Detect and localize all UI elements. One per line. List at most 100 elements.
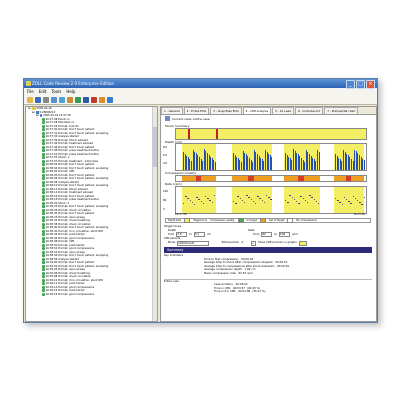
entire-case-label: Time not in CPR: (214, 289, 237, 294)
copy-icon[interactable] (59, 96, 65, 103)
event-icon (42, 226, 45, 230)
quality-out-segment (195, 176, 201, 181)
minimize-button[interactable]: _ (346, 80, 355, 89)
cpr-period-band (232, 187, 272, 213)
event-icon (42, 142, 45, 146)
event-icon (42, 257, 45, 261)
shock-marker (188, 129, 190, 139)
event-icon (42, 135, 45, 139)
close-button[interactable]: × (366, 80, 375, 89)
summary-label: Mean compression rate: (204, 270, 237, 275)
collapse-icon[interactable]: ⊟ (32, 110, 35, 115)
event-icon (42, 166, 45, 170)
event-icon (42, 243, 45, 247)
tab-strip: 1 - General 2 - Entire ECG 3 - Snap/File… (161, 107, 376, 115)
maximize-button[interactable]: □ (356, 80, 365, 89)
depth-to-input[interactable]: 5.1 (193, 232, 205, 238)
tab-entire-ecg[interactable]: 2 - Entire ECG (183, 107, 210, 114)
up-icon[interactable] (91, 96, 97, 103)
tree-event-item[interactable]: 16:39:18 Prompt: good compressions (26, 293, 157, 297)
quality-out-segment (248, 176, 254, 181)
event-icon (42, 180, 45, 184)
compression-quality-track[interactable] (175, 175, 367, 182)
menu-edit[interactable]: Edit (39, 88, 47, 95)
event-icon (42, 261, 45, 265)
toolbar (24, 95, 377, 105)
tab-snap-ecg[interactable]: 3 - Snap/Files ECG (210, 107, 242, 114)
entire-case-value: 00:02:08 (238, 289, 251, 294)
event-icon (42, 254, 45, 258)
event-icon (42, 229, 45, 233)
summary-row: Mean compression rate: 92.53 cpm (204, 270, 372, 276)
entire-case-row: Time not in CPR: 00:02:08 (35.07 %) (214, 290, 372, 294)
event-icon (42, 240, 45, 244)
title-bar[interactable]: ZOLL Code Review 2.0 Enterprise Edition … (24, 79, 377, 89)
app-icon (26, 81, 31, 86)
event-icon (42, 138, 45, 142)
legend-swatch-target (184, 218, 191, 223)
collapse-icon[interactable]: ⊟ (28, 107, 31, 111)
cut-icon[interactable] (51, 96, 57, 103)
rate-from-input[interactable]: 80 (261, 232, 273, 238)
depth-chart[interactable] (175, 143, 367, 171)
rate-to-input[interactable]: 100 (279, 232, 291, 238)
legend: Depth bars Target zone Compression quali… (165, 218, 371, 223)
print-icon[interactable] (43, 96, 49, 103)
cpr-period-band (284, 187, 320, 213)
event-icon (42, 163, 45, 167)
event-icon (42, 268, 45, 272)
menu-help[interactable]: Help (66, 88, 75, 95)
save-icon[interactable] (35, 96, 41, 103)
tree-scrollbar[interactable] (152, 107, 157, 321)
event-icon (42, 131, 45, 135)
help-icon[interactable] (107, 96, 113, 103)
tab-general[interactable]: 1 - General (161, 107, 183, 114)
tab-12-lead[interactable]: 5 - 12 Lead (272, 107, 294, 114)
event-icon (42, 278, 45, 282)
menu-bar: File Edit Tools Help (24, 88, 377, 95)
event-icon (42, 282, 45, 286)
entire-case-value: (35.07 %) (252, 289, 266, 294)
tab-cpr-analysis[interactable]: 4 - CPR Analysis (242, 107, 272, 114)
event-icon (42, 289, 45, 293)
report-icon[interactable] (75, 96, 81, 103)
event-icon (42, 215, 45, 219)
event-icon (42, 285, 45, 289)
menu-tools[interactable]: Tools (51, 88, 61, 95)
application-window: ZOLL Code Review 2.0 Enterprise Edition … (23, 78, 378, 323)
event-icon (42, 145, 45, 149)
mode-select[interactable]: CPR Periods (177, 240, 210, 246)
shock-marker (216, 129, 218, 139)
filter-icon[interactable] (83, 96, 89, 103)
event-icon (42, 184, 45, 188)
paste-icon[interactable] (67, 96, 73, 103)
rate-chart[interactable] (175, 186, 367, 214)
event-icon (42, 222, 45, 226)
event-icon (42, 236, 45, 240)
show-periods-checkbox[interactable]: ✓ (251, 240, 257, 246)
event-icon (42, 205, 45, 209)
target-zones-section: Target zones Depth Rate from 3.8 to 5.1 … (164, 224, 372, 246)
event-icon (42, 128, 45, 132)
open-icon[interactable] (27, 96, 33, 103)
depth-axis: 8.0 6.0 4.0 (163, 146, 168, 165)
tab-prehospital[interactable]: 7 - Prehospital chart (324, 107, 359, 114)
event-icon (42, 117, 45, 121)
event-icon (42, 292, 45, 296)
shock-summary-track[interactable] (175, 128, 367, 140)
event-icon (42, 208, 45, 212)
periods-color-swatch[interactable] (298, 240, 307, 246)
zoom-icon[interactable] (165, 116, 170, 121)
rate-axis: 160 80 0 (163, 190, 168, 211)
event-icon (42, 121, 45, 125)
tab-code-record[interactable]: 6 - Code Record (294, 107, 324, 114)
case-tree-panel: ⊟ 2005-02-16 ⊟ 0:28000213 ⊟ 2005-02-16 1… (25, 106, 158, 322)
collapse-icon[interactable]: ⊟ (36, 113, 39, 118)
window-title: ZOLL Code Review 2.0 Enterprise Edition (32, 81, 114, 86)
menu-file[interactable]: File (27, 88, 34, 95)
event-icon (42, 201, 45, 205)
down-icon[interactable] (99, 96, 105, 103)
scrollbar-thumb[interactable] (153, 127, 157, 167)
quality-out-segment (298, 176, 304, 181)
event-icon (42, 264, 45, 268)
